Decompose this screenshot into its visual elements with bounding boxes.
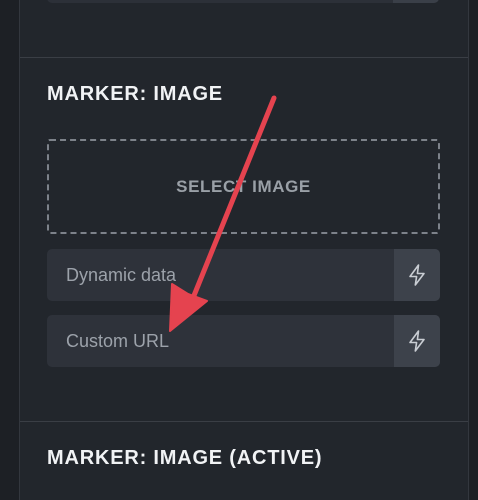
select-image-dropzone[interactable]: SELECT IMAGE: [47, 139, 440, 234]
section-divider: [20, 57, 468, 58]
lightning-bolt-icon: [409, 330, 425, 352]
marker-image-section-title: MARKER: IMAGE: [47, 83, 223, 105]
select-image-label: SELECT IMAGE: [176, 176, 311, 196]
controls-panel: MARKER: IMAGE SELECT IMAGE MARKER: IMAGE…: [19, 0, 469, 500]
dynamic-data-button[interactable]: [394, 249, 440, 301]
lightning-bolt-icon: [409, 264, 425, 286]
previous-control-dynamic-button[interactable]: [393, 0, 439, 3]
custom-url-input[interactable]: [47, 315, 387, 367]
previous-control-field[interactable]: [47, 0, 439, 3]
section-divider: [20, 421, 468, 422]
marker-image-active-section-title: MARKER: IMAGE (ACTIVE): [47, 447, 323, 469]
custom-url-field: [47, 315, 440, 367]
dynamic-data-input[interactable]: [47, 249, 387, 301]
custom-url-dynamic-button[interactable]: [394, 315, 440, 367]
dynamic-data-field: [47, 249, 440, 301]
